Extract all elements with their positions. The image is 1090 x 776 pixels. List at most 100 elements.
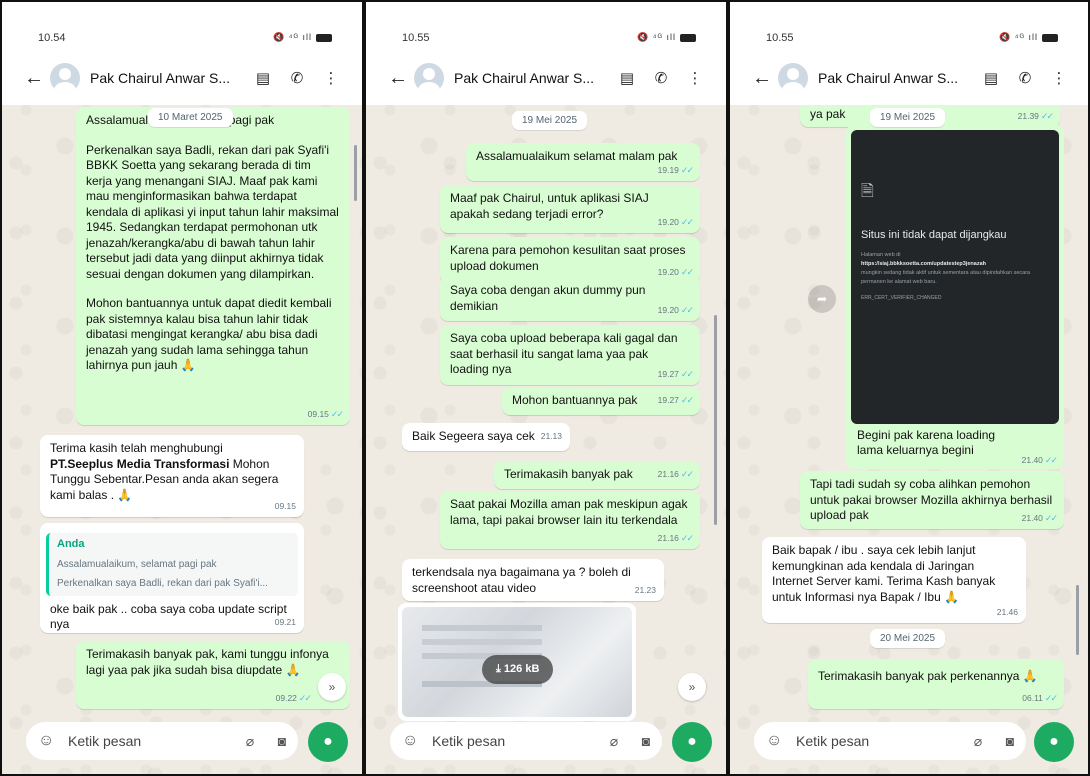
error-title: Situs ini tidak dapat dijangkau	[861, 229, 1007, 241]
read-ticks-icon: ✓✓	[680, 216, 694, 227]
message-time: 19.27 ✓✓	[657, 368, 694, 379]
message-incoming[interactable]: Baik bapak / ibu . saya cek lebih lanjut…	[762, 537, 1026, 623]
message-time: 19.20 ✓✓	[657, 304, 694, 315]
message-outgoing[interactable]: Terimakasih banyak pak perkenannya 🙏 06.…	[808, 659, 1064, 709]
back-arrow-icon[interactable]: ←	[24, 67, 46, 90]
message-outgoing[interactable]: Maaf pak Chairul, untuk aplikasi SIAJ ap…	[440, 185, 700, 233]
input-placeholder[interactable]: Ketik pesan	[796, 733, 962, 749]
emoji-icon[interactable]: ☺	[402, 732, 424, 750]
avatar[interactable]	[50, 63, 80, 93]
message-input[interactable]: ☺ Ketik pesan ⌀ ◙	[754, 722, 1026, 760]
message-incoming[interactable]: terkendsala nya bagaimana ya ? boleh di …	[402, 559, 664, 601]
image-attachment[interactable]: ⤓ 126 kB	[398, 603, 636, 721]
signal-icon: 🔇 ⁴ᴳ ıll	[998, 32, 1038, 42]
composer: ☺ Ketik pesan ⌀ ◙ ●	[2, 718, 362, 774]
date-label: 19 Mei 2025	[512, 111, 588, 130]
message-time: 09.21	[274, 616, 296, 627]
error-code: ERR_CERT_VERIFIER_CHANGED	[861, 295, 942, 301]
add-call-icon[interactable]: ✆	[1016, 69, 1034, 87]
catalog-icon[interactable]: ▤	[254, 69, 272, 87]
chat-screenshot-2: 10.55 🔇 ⁴ᴳ ıll ← Pak Chairul Anwar S... …	[364, 0, 728, 776]
message-incoming[interactable]: Baik Segeera saya cek 21.13	[402, 423, 570, 451]
message-time: 19.20 ✓✓	[657, 216, 694, 227]
mic-icon[interactable]: ●	[308, 722, 348, 762]
contact-name[interactable]: Pak Chairul Anwar S...	[90, 70, 238, 86]
input-placeholder[interactable]: Ketik pesan	[432, 733, 598, 749]
message-time: 21.40 ✓✓	[1021, 455, 1058, 465]
message-time: 21.13	[540, 430, 562, 441]
contact-name[interactable]: Pak Chairul Anwar S...	[454, 70, 602, 86]
mic-icon[interactable]: ●	[672, 722, 712, 762]
message-time: 06.11 ✓✓	[1022, 692, 1058, 703]
scroll-down-icon[interactable]: »	[318, 673, 346, 701]
input-placeholder[interactable]: Ketik pesan	[68, 733, 234, 749]
screenshot-image: 🗎 Situs ini tidak dapat dijangkau Halama…	[851, 130, 1059, 424]
message-outgoing[interactable]: Terimakasih banyak pak, kami tunggu info…	[76, 641, 350, 709]
message-outgoing[interactable]: Saya coba dengan akun dummy pun demikian…	[440, 277, 700, 321]
message-outgoing[interactable]: Saat pakai Mozilla aman pak meskipun aga…	[440, 491, 700, 549]
error-text: mungkin sedang tidak aktif untuk sementa…	[861, 270, 1031, 285]
attach-icon[interactable]: ⌀	[234, 733, 266, 750]
more-options-icon[interactable]: ⋮	[322, 69, 340, 87]
back-arrow-icon[interactable]: ←	[752, 67, 774, 90]
message-outgoing[interactable]: Mohon bantuannya pak 19.27 ✓✓	[502, 387, 700, 415]
message-text: Karena para pemohon kesulitan saat prose…	[450, 243, 686, 273]
add-call-icon[interactable]: ✆	[288, 69, 306, 87]
message-text: Mohon bantuannya untuk dapat diedit kemb…	[86, 296, 332, 372]
date-label: 20 Mei 2025	[870, 629, 946, 648]
status-time: 10.55	[402, 32, 430, 44]
message-outgoing[interactable]: Assalamualaikum selamat malam pak 19.19 ✓…	[466, 143, 700, 181]
avatar[interactable]	[414, 63, 444, 93]
message-time: 21.40 ✓✓	[1021, 512, 1058, 523]
read-ticks-icon: ✓✓	[680, 368, 694, 379]
message-input[interactable]: ☺ Ketik pesan ⌀ ◙	[26, 722, 298, 760]
scrollbar[interactable]	[1076, 585, 1079, 655]
attach-icon[interactable]: ⌀	[598, 733, 630, 750]
quote-author: Anda	[57, 538, 85, 550]
catalog-icon[interactable]: ▤	[618, 69, 636, 87]
date-label: 19 Mei 2025	[870, 108, 946, 127]
signal-icon: 🔇 ⁴ᴳ ıll	[636, 32, 676, 42]
message-text: terkendsala nya bagaimana ya ? boleh di …	[412, 565, 631, 595]
more-options-icon[interactable]: ⋮	[1050, 69, 1068, 87]
battery-icon	[680, 33, 696, 42]
download-button[interactable]: ⤓ 126 kB	[482, 655, 554, 684]
camera-icon[interactable]: ◙	[994, 733, 1026, 749]
read-ticks-icon: ✓✓	[680, 532, 694, 543]
more-options-icon[interactable]: ⋮	[686, 69, 704, 87]
avatar[interactable]	[778, 63, 808, 93]
emoji-icon[interactable]: ☺	[38, 732, 60, 750]
message-text: Assalamualaikum selamat malam pak	[476, 149, 678, 163]
message-input[interactable]: ☺ Ketik pesan ⌀ ◙	[390, 722, 662, 760]
emoji-icon[interactable]: ☺	[766, 732, 788, 750]
scrollbar[interactable]	[714, 315, 717, 525]
camera-icon[interactable]: ◙	[630, 733, 662, 749]
message-text: Begini pak karena loading lama keluarnya…	[857, 428, 996, 457]
message-outgoing[interactable]: Terimakasih banyak pak 21.16 ✓✓	[494, 461, 700, 489]
screenshot-message[interactable]: 🗎 Situs ini tidak dapat dijangkau Halama…	[846, 125, 1064, 469]
message-outgoing[interactable]: Assalamualaikum selamat pagi pak Perkena…	[76, 107, 350, 425]
message-outgoing[interactable]: Saya coba upload beberapa kali gagal dan…	[440, 325, 700, 385]
message-text: Terimakasih banyak pak	[504, 467, 633, 481]
back-arrow-icon[interactable]: ←	[388, 67, 410, 90]
message-outgoing[interactable]: Tapi tadi sudah sy coba alihkan pemohon …	[800, 471, 1064, 529]
message-text: ya pak	[810, 107, 846, 121]
contact-name[interactable]: Pak Chairul Anwar S...	[818, 70, 966, 86]
message-incoming[interactable]: Terima kasih telah menghubungi PT.Seeplu…	[40, 435, 304, 517]
company-name: PT.Seeplus Media Transformasi	[50, 456, 230, 471]
camera-icon[interactable]: ◙	[266, 733, 298, 749]
catalog-icon[interactable]: ▤	[982, 69, 1000, 87]
message-text: Baik Segeera saya cek	[412, 429, 535, 443]
signal-icon: 🔇 ⁴ᴳ ıll	[272, 32, 312, 42]
mic-icon[interactable]: ●	[1034, 722, 1074, 762]
scroll-down-icon[interactable]: »	[678, 673, 706, 701]
quoted-message[interactable]: Anda Assalamualaikum, selamat pagi pak P…	[46, 533, 298, 596]
scrollbar[interactable]	[354, 145, 357, 201]
attach-icon[interactable]: ⌀	[962, 733, 994, 750]
message-text: Terimakasih banyak pak perkenannya 🙏	[818, 669, 1038, 683]
forward-icon[interactable]: ➦	[808, 285, 836, 313]
message-incoming-reply[interactable]: Anda Assalamualaikum, selamat pagi pak P…	[40, 523, 304, 633]
chat-bar: ← Pak Chairul Anwar S... ▤ ✆ ⋮	[752, 62, 1068, 94]
message-text: Baik bapak / ibu . saya cek lebih lanjut…	[772, 543, 996, 604]
add-call-icon[interactable]: ✆	[652, 69, 670, 87]
